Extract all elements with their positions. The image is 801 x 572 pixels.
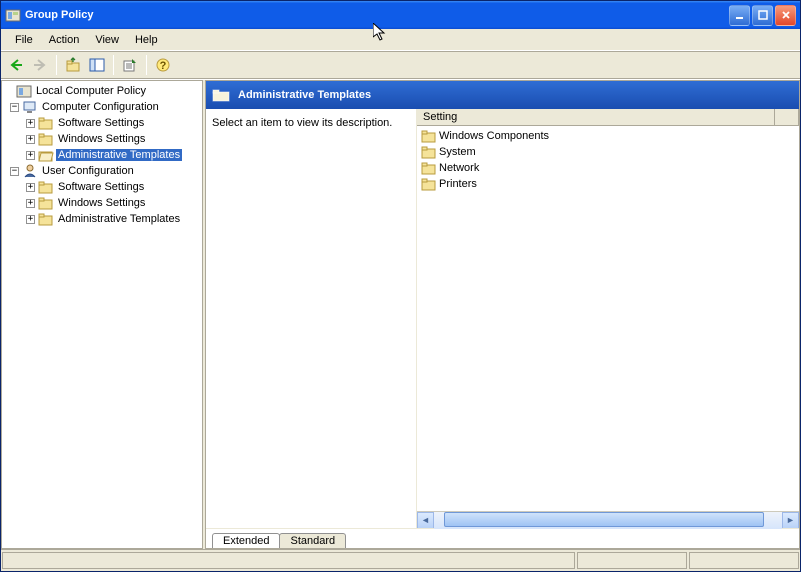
folder-icon bbox=[38, 179, 54, 195]
toolbar: ? bbox=[1, 51, 800, 79]
menu-help[interactable]: Help bbox=[127, 32, 166, 48]
folder-icon bbox=[421, 129, 437, 143]
tabs: Extended Standard bbox=[206, 528, 799, 548]
list-item[interactable]: Printers bbox=[421, 176, 795, 192]
window-title: Group Policy bbox=[25, 9, 93, 21]
status-cell bbox=[577, 552, 687, 569]
tree-label: Software Settings bbox=[56, 117, 146, 129]
tree-comp-windows[interactable]: + Windows Settings bbox=[2, 131, 202, 147]
tab-extended[interactable]: Extended bbox=[212, 533, 280, 548]
forward-button[interactable] bbox=[29, 54, 51, 76]
menu-bar: File Action View Help bbox=[1, 29, 800, 51]
body: Local Computer Policy − Computer Configu… bbox=[1, 79, 800, 549]
maximize-button[interactable] bbox=[752, 5, 773, 26]
tree-root[interactable]: Local Computer Policy bbox=[2, 83, 202, 99]
list-label: Printers bbox=[439, 178, 477, 190]
collapse-icon[interactable]: − bbox=[10, 167, 19, 176]
svg-text:?: ? bbox=[160, 60, 167, 72]
menu-action[interactable]: Action bbox=[41, 32, 88, 48]
policy-icon bbox=[16, 83, 32, 99]
folder-open-icon bbox=[38, 147, 54, 163]
tree-comp-software[interactable]: + Software Settings bbox=[2, 115, 202, 131]
scroll-right-button[interactable]: ► bbox=[782, 512, 799, 529]
expand-icon[interactable]: + bbox=[26, 151, 35, 160]
tree-computer-config[interactable]: − Computer Configuration bbox=[2, 99, 202, 115]
folder-icon bbox=[421, 161, 437, 175]
tree-label: Administrative Templates bbox=[56, 213, 182, 225]
expand-icon[interactable]: + bbox=[26, 119, 35, 128]
column-setting[interactable]: Setting bbox=[417, 109, 775, 125]
tree-label-selected: Administrative Templates bbox=[56, 149, 182, 161]
computer-icon bbox=[22, 99, 38, 115]
list-label: Windows Components bbox=[439, 130, 549, 142]
list-label: System bbox=[439, 146, 476, 158]
description-column: Select an item to view its description. bbox=[206, 109, 416, 528]
column-header-row: Setting bbox=[417, 109, 799, 126]
description-text: Select an item to view its description. bbox=[212, 117, 410, 129]
collapse-icon[interactable]: − bbox=[10, 103, 19, 112]
status-bar bbox=[1, 549, 800, 571]
scroll-left-button[interactable]: ◄ bbox=[417, 512, 434, 529]
horizontal-scrollbar[interactable]: ◄ ► bbox=[417, 511, 799, 528]
tree-user-software[interactable]: + Software Settings bbox=[2, 179, 202, 195]
close-button[interactable] bbox=[775, 5, 796, 26]
tree-label: Computer Configuration bbox=[40, 101, 161, 113]
folder-icon bbox=[212, 88, 230, 102]
menu-file[interactable]: File bbox=[7, 32, 41, 48]
scroll-track[interactable] bbox=[434, 512, 782, 529]
tree-label: Windows Settings bbox=[56, 133, 147, 145]
folder-icon bbox=[38, 131, 54, 147]
minimize-button[interactable] bbox=[729, 5, 750, 26]
export-list-button[interactable] bbox=[119, 54, 141, 76]
list-column: Setting Windows Components System bbox=[416, 109, 799, 528]
show-hide-tree-button[interactable] bbox=[86, 54, 108, 76]
expand-icon[interactable]: + bbox=[26, 183, 35, 192]
title-bar[interactable]: Group Policy bbox=[1, 1, 800, 29]
status-cell bbox=[2, 552, 575, 569]
details-title: Administrative Templates bbox=[238, 89, 371, 101]
up-button[interactable] bbox=[62, 54, 84, 76]
details-header: Administrative Templates bbox=[206, 81, 799, 109]
tab-standard[interactable]: Standard bbox=[279, 533, 346, 548]
tree-user-config[interactable]: − User Configuration bbox=[2, 163, 202, 179]
tree-label: Windows Settings bbox=[56, 197, 147, 209]
list-item[interactable]: Network bbox=[421, 160, 795, 176]
help-button[interactable]: ? bbox=[152, 54, 174, 76]
tree-user-windows[interactable]: + Windows Settings bbox=[2, 195, 202, 211]
tree-label: Local Computer Policy bbox=[34, 85, 148, 97]
column-spacer[interactable] bbox=[775, 109, 799, 125]
content-row: Select an item to view its description. … bbox=[206, 109, 799, 528]
tree-label: Software Settings bbox=[56, 181, 146, 193]
back-button[interactable] bbox=[5, 54, 27, 76]
list-item[interactable]: Windows Components bbox=[421, 128, 795, 144]
window: Group Policy File Action View Help ? Loc… bbox=[0, 0, 801, 572]
list-label: Network bbox=[439, 162, 479, 174]
details-pane: Administrative Templates Select an item … bbox=[205, 80, 800, 549]
tree-pane[interactable]: Local Computer Policy − Computer Configu… bbox=[1, 80, 203, 549]
expand-icon[interactable]: + bbox=[26, 199, 35, 208]
folder-icon bbox=[38, 195, 54, 211]
list-item[interactable]: System bbox=[421, 144, 795, 160]
expand-icon[interactable]: + bbox=[26, 135, 35, 144]
tree-comp-admin[interactable]: + Administrative Templates bbox=[2, 147, 202, 163]
scroll-thumb[interactable] bbox=[444, 512, 764, 527]
folder-icon bbox=[421, 145, 437, 159]
folder-icon bbox=[38, 115, 54, 131]
status-cell bbox=[689, 552, 799, 569]
menu-view[interactable]: View bbox=[87, 32, 127, 48]
user-icon bbox=[22, 163, 38, 179]
folder-icon bbox=[421, 177, 437, 191]
list-body[interactable]: Windows Components System Network P bbox=[417, 126, 799, 511]
tree-label: User Configuration bbox=[40, 165, 136, 177]
folder-icon bbox=[38, 211, 54, 227]
tree-user-admin[interactable]: + Administrative Templates bbox=[2, 211, 202, 227]
expand-icon[interactable]: + bbox=[26, 215, 35, 224]
app-icon bbox=[5, 7, 21, 23]
